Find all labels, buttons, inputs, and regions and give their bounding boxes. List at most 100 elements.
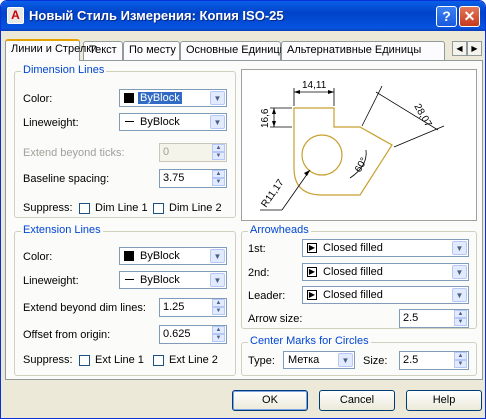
help-title-button[interactable]: ? [436,6,457,27]
spin-down-icon[interactable]: ▼ [212,307,225,315]
extension-lines-title: Extension Lines [21,224,103,236]
arrow-icon [272,121,276,127]
closed-filled-arrow-icon: ▶ [307,243,317,253]
arrow-icon [328,90,334,94]
ext-line-right-top [361,85,383,127]
dim-extend-value: 0 [163,146,170,158]
line-sample-icon [125,121,134,122]
center-type-select[interactable]: Метка ▼ [283,351,355,369]
spin-down-icon: ▼ [212,152,225,160]
dim-line2-label: Dim Line 2 [169,202,222,214]
center-size-label: Size: [363,355,388,367]
ext-color-value: ByBlock [140,250,180,262]
ext-line1-checkbox[interactable] [79,355,90,366]
center-marks-group: Center Marks for Circles Type: Метка ▼ S… [241,335,477,376]
arrow-second-select[interactable]: ▶ Closed filled ▼ [302,263,469,281]
close-button[interactable]: ✕ [459,6,480,27]
spin-down-icon[interactable]: ▼ [212,334,225,342]
title-bar[interactable]: A Новый Стиль Измерения: Копия ISO-25 ? … [1,1,485,31]
preview-drawing: 14,11 16,6 28,07 60° R11,17 [259,80,445,211]
chevron-down-icon[interactable]: ▼ [210,273,225,287]
ext-lineweight-label: Lineweight: [23,275,79,287]
ext-extend-label: Extend beyond dim lines: [23,302,146,314]
part-outline [293,107,393,196]
dim-extend-spinner: 0 ▲ ▼ [159,143,227,162]
chevron-down-icon[interactable]: ▼ [452,288,467,302]
tab-fit[interactable]: По месту [123,41,180,60]
app-icon: A [7,7,24,24]
ext-lineweight-select[interactable]: ByBlock ▼ [119,271,227,289]
arrow-icon [304,170,310,176]
cancel-button[interactable]: Cancel [319,390,395,411]
ext-line2-label: Ext Line 2 [169,354,218,366]
spin-up-icon: ▲ [212,144,225,152]
spin-up-icon[interactable]: ▲ [212,170,225,178]
ext-line1-label: Ext Line 1 [95,354,144,366]
dim-line2-checkbox[interactable] [153,203,164,214]
tab-primary-units[interactable]: Основные Единицы [180,41,288,60]
chevron-down-icon[interactable]: ▼ [452,241,467,255]
tab-scroll-right-icon[interactable]: ▶ [467,41,482,56]
ext-lineweight-value: ByBlock [140,274,180,286]
help-button[interactable]: Help [406,390,482,411]
spin-up-icon[interactable]: ▲ [454,352,467,360]
arrowheads-group: Arrowheads 1st: ▶ Closed filled ▼ 2nd: ▶… [241,224,477,329]
arrow-leader-select[interactable]: ▶ Closed filled ▼ [302,286,469,304]
dim-radius-text: R11,17 [259,177,286,209]
arrow-second-value: Closed filled [323,266,383,278]
chevron-down-icon[interactable]: ▼ [338,353,353,367]
center-type-label: Type: [248,355,275,367]
spin-up-icon[interactable]: ▲ [212,299,225,307]
tab-lines-arrows[interactable]: Линии и Стрелки [5,39,97,61]
spin-down-icon[interactable]: ▼ [454,360,467,368]
chevron-down-icon[interactable]: ▼ [210,91,225,105]
dimension-lines-title: Dimension Lines [21,64,107,76]
color-swatch [124,93,134,103]
chevron-down-icon[interactable]: ▼ [210,249,225,263]
spin-down-icon[interactable]: ▼ [454,318,467,326]
dim-line1-checkbox[interactable] [79,203,90,214]
dim-lineweight-select[interactable]: ByBlock ▼ [119,113,227,131]
center-size-spinner[interactable]: 2.5 ▲ ▼ [399,351,469,370]
ok-button[interactable]: OK [232,390,308,411]
arrow-icon [272,108,276,114]
center-type-value: Метка [288,354,320,366]
spin-down-icon[interactable]: ▼ [212,178,225,186]
arrow-size-value: 2.5 [403,312,419,324]
spin-up-icon[interactable]: ▲ [454,310,467,318]
baseline-spacing-value: 3.75 [163,172,185,184]
dimension-style-dialog: A Новый Стиль Измерения: Копия ISO-25 ? … [0,0,486,419]
arrow-first-select[interactable]: ▶ Closed filled ▼ [302,239,469,257]
dim-color-select[interactable]: ByBlock ▼ [119,89,227,107]
tab-scroll-left-icon[interactable]: ◀ [452,41,467,56]
dimension-lines-group: Dimension Lines Color: ByBlock ▼ Linewei… [14,64,236,218]
chevron-down-icon[interactable]: ▼ [210,115,225,129]
ext-extend-value: 1.25 [163,301,185,313]
tab-panel: Dimension Lines Color: ByBlock ▼ Linewei… [5,60,483,380]
offset-origin-spinner[interactable]: 0.625 ▲ ▼ [159,325,227,344]
ext-extend-spinner[interactable]: 1.25 ▲ ▼ [159,298,227,317]
tab-strip: Линии и Стрелки Текст По месту Основные … [5,39,483,61]
arrow-first-value: Closed filled [323,242,383,254]
dim-angle-text: 60° [353,156,370,175]
ext-color-label: Color: [23,251,53,263]
window-title: Новый Стиль Измерения: Копия ISO-25 [29,8,284,23]
dim-top-text: 14,11 [302,80,327,91]
tab-alternate-units[interactable]: Альтернативные Единицы [281,41,445,60]
arrow-size-spinner[interactable]: 2.5 ▲ ▼ [399,309,469,328]
dim-color-label: Color: [23,93,53,105]
ext-color-select[interactable]: ByBlock ▼ [119,247,227,265]
dim-suppress-label: Suppress: [23,202,73,214]
line-sample-icon [125,279,134,280]
center-marks-title: Center Marks for Circles [248,335,371,347]
baseline-spacing-label: Baseline spacing: [23,173,110,185]
arrow-first-label: 1st: [248,243,266,255]
spin-up-icon[interactable]: ▲ [212,326,225,334]
dim-line1-label: Dim Line 1 [95,202,148,214]
chevron-down-icon[interactable]: ▼ [452,265,467,279]
baseline-spacing-spinner[interactable]: 3.75 ▲ ▼ [159,169,227,188]
arrow-leader-value: Closed filled [323,289,383,301]
dim-left-text: 16,6 [260,108,271,128]
color-swatch [124,251,134,261]
ext-line2-checkbox[interactable] [153,355,164,366]
